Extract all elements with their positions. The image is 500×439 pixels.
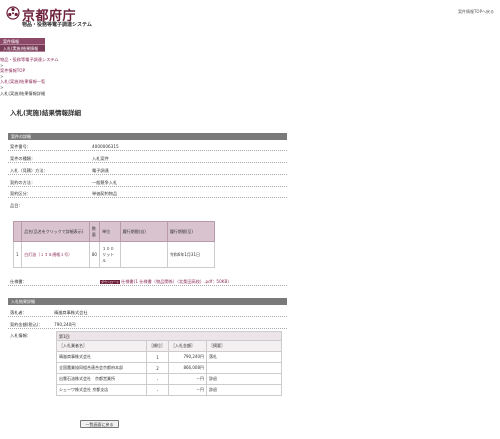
bidder-rank: 2 [146, 362, 169, 374]
table-header-row: ［入札業者名］ ［順位］ ［入札金額］ ［摘要］ [56, 340, 282, 352]
contract-amount: 790,240円 [54, 322, 76, 327]
detail-row-winner: 落札者： [8, 308, 287, 317]
header: 京都府庁 物品・役務等電子調達システム 案件情報TOPへ戻る [0, 0, 500, 36]
bid-results-table: ［入札業者名］ ［順位］ ［入札金額］ ［摘要］ 晴嵐商事株式会社 1 790,… [56, 340, 282, 396]
round-label: 第1回 [56, 331, 282, 340]
column-header: 履行期間(自) [119, 221, 168, 242]
row-label: 案件番号： [10, 144, 31, 149]
row-value: 4000006315 [92, 144, 119, 149]
column-header [12, 221, 23, 242]
item-period-to: 令和6年1月31日 [166, 241, 216, 268]
column-header: 数量 [88, 221, 101, 242]
table-row: 晴嵐商事株式会社 1 790,240円 落札 [56, 351, 282, 363]
download-badge: ダウンロード [100, 280, 121, 284]
bid-amount: 866,008円 [168, 362, 207, 374]
column-header: ［入札業者名］ [56, 340, 147, 352]
bidder-rank: - [146, 384, 169, 396]
column-header: ［入札金額］ [168, 340, 207, 352]
bid-note: 落札 [206, 351, 282, 363]
spec-filename[interactable]: 仕様書(1 仕様書（物品関係）（北桑田高校）.pdf：50KB） [121, 279, 232, 284]
bidder-rank: - [146, 373, 169, 385]
breadcrumb-system[interactable]: 物品・役務等電子調達システム [0, 57, 59, 63]
breadcrumb: 物品・役務等電子調達システム > 案件情報TOP > 入札(実施)結果情報一覧 … [0, 57, 59, 96]
result-section-header: 入札結果詳細 [8, 298, 287, 305]
bid-note: 辞退 [206, 373, 282, 385]
side-menu: 案件情報 入札(実施)結果情報 [0, 38, 45, 52]
detail-row-bid-method: 入札（見積）方法： 電子調達 [8, 166, 287, 175]
row-value: 一般競争入札 [92, 180, 118, 185]
table-header-row: 品名(品名をクリックで詳細表示) 数量 単位 履行期間(自) 履行期間(至) [12, 221, 216, 242]
bid-amount: －円 [168, 384, 207, 396]
spec-row: 仕様書： ダウンロード 仕様書(1 仕様書（物品関係）（北桑田高校）.pdf：50… [8, 277, 287, 286]
top-link[interactable]: 案件情報TOPへ戻る [458, 9, 494, 15]
item-name-cell: 白灯油（ＪＩＳ規格１号） [21, 241, 90, 268]
column-header: 品名(品名をクリックで詳細表示) [21, 221, 90, 242]
bidder-rank: 1 [146, 351, 169, 363]
detail-row-case-number: 案件番号： 4000006315 [8, 142, 287, 151]
winner-name: 晴嵐商事株式会社 [54, 310, 88, 315]
row-label: 入札（見積）方法： [10, 168, 48, 173]
row-label: 品目： [10, 203, 23, 208]
detail-row-bid-info: 入札情報： [8, 331, 54, 340]
row-label: 契約区分： [10, 191, 31, 196]
column-header: 単位 [99, 221, 121, 242]
spec-label: 仕様書： [10, 279, 27, 284]
bid-note: 辞退 [206, 384, 282, 396]
item-number: 1 [12, 241, 23, 268]
table-row: 全国農業協同組合連合会京都府本部 2 866,008円 [56, 362, 282, 374]
row-value: 入札案件 [92, 156, 109, 161]
row-label: 契約の方法： [10, 180, 36, 185]
bidder-name: 出雲石油株式会社 京都営業所 [56, 373, 147, 385]
system-subtitle: 物品・役務等電子調達システム [22, 22, 92, 28]
menu-item-bid-results[interactable]: 入札(実施)結果情報 [0, 45, 45, 52]
column-header: ［順位］ [146, 340, 169, 352]
table-row: 出雲石油株式会社 京都営業所 - －円 辞退 [56, 373, 282, 385]
item-unit: １００リットル [99, 241, 121, 268]
prefecture-emblem-icon [6, 6, 20, 20]
bidder-name: 晴嵐商事株式会社 [56, 351, 147, 363]
items-table: 品名(品名をクリックで詳細表示) 数量 単位 履行期間(自) 履行期間(至) 1… [12, 221, 216, 268]
table-row: シェーワ株式会社 京都支店 - －円 辞退 [56, 384, 282, 396]
detail-row-contract-category: 契約区分： 単価契約物品 [8, 189, 287, 198]
detail-row-items: 品目： [8, 201, 287, 210]
column-header: ［摘要］ [206, 340, 282, 352]
bidder-name: シェーワ株式会社 京都支店 [56, 384, 147, 396]
row-label: 落札者： [10, 310, 27, 315]
row-label: 契約金額(税込)： [10, 322, 43, 327]
case-section-header: 案件の詳細 [8, 133, 287, 140]
detail-row-case-type: 案件の種類： 入札案件 [8, 154, 287, 163]
detail-row-contract-amount: 契約金額(税込)： [8, 320, 287, 329]
back-to-list-button[interactable]: 一覧画面に戻る [80, 420, 119, 428]
page-title: 入札(実施)結果情報詳細 [10, 109, 81, 117]
column-header: 履行期間(至) [166, 221, 216, 242]
bidder-name: 全国農業協同組合連合会京都府本部 [56, 362, 147, 374]
item-name-link[interactable]: 白灯油（ＪＩＳ規格１号） [24, 252, 72, 257]
spec-link[interactable]: ダウンロード 仕様書(1 仕様書（物品関係）（北桑田高校）.pdf：50KB） [100, 277, 232, 286]
detail-row-contract-method: 契約の方法： 一般競争入札 [8, 178, 287, 187]
bid-amount: －円 [168, 373, 207, 385]
item-quantity: 80 [88, 241, 101, 268]
item-period-from [119, 241, 168, 268]
table-row: 1 白灯油（ＪＩＳ規格１号） 80 １００リットル 令和6年1月31日 [12, 241, 216, 268]
bid-amount: 790,240円 [168, 351, 207, 363]
row-label: 入札情報： [10, 333, 31, 338]
row-value: 電子調達 [92, 168, 109, 173]
breadcrumb-current: 入札(実施)結果情報詳細 [0, 90, 46, 96]
row-value: 単価契約物品 [92, 191, 118, 196]
bid-note [206, 362, 282, 374]
bid-results-box: 第1回 ［入札業者名］ ［順位］ ［入札金額］ ［摘要］ 晴嵐商事株式会社 1 … [56, 331, 282, 396]
row-label: 案件の種類： [10, 156, 36, 161]
menu-item-case-info[interactable]: 案件情報 [0, 38, 45, 45]
